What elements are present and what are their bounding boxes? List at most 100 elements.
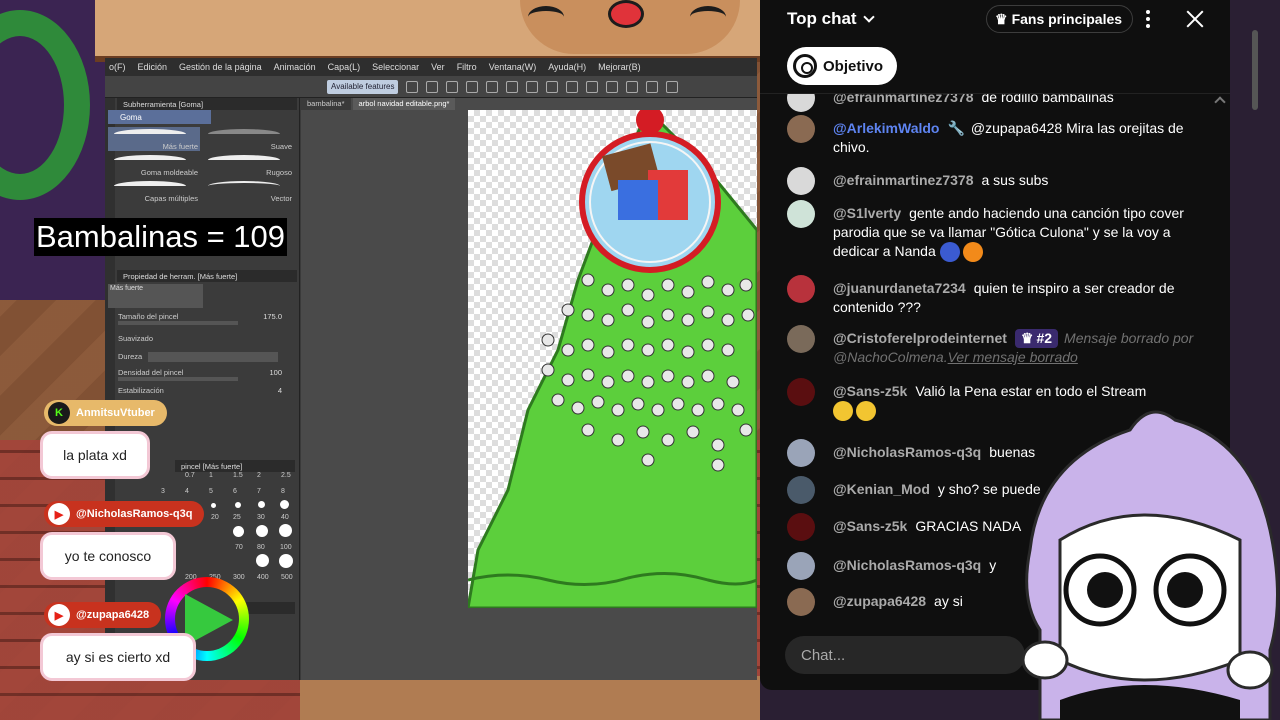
- available-features-button[interactable]: Available features: [327, 79, 399, 94]
- prop-slider[interactable]: [148, 352, 278, 362]
- prop-hardness[interactable]: Dureza: [118, 352, 298, 368]
- settings-icon[interactable]: [446, 80, 459, 93]
- brush-label: Goma moldeable: [140, 168, 198, 177]
- command-bar: Available features: [105, 76, 757, 98]
- brush-item-vector[interactable]: Vector: [202, 179, 294, 203]
- eraser-tool-tab[interactable]: Goma: [108, 110, 211, 124]
- tab-bambalina[interactable]: bambalina*: [301, 98, 351, 110]
- chat-author[interactable]: @S1lverty: [833, 205, 901, 221]
- brush-item-soft[interactable]: Suave: [202, 127, 294, 151]
- chat-author[interactable]: @Kenian_Mod: [833, 481, 930, 497]
- chat-author[interactable]: @NicholasRamos-q3q: [833, 557, 981, 573]
- brush-item-rough[interactable]: Rugoso: [202, 153, 294, 177]
- chat-author[interactable]: @efrainmartinez7378: [833, 172, 974, 188]
- menu-animation[interactable]: Animación: [274, 62, 316, 72]
- menu-edit[interactable]: Edición: [138, 62, 168, 72]
- crown-icon: ♛: [1020, 330, 1034, 346]
- menu-icon[interactable]: [406, 80, 419, 93]
- bubble-message: yo te conosco: [40, 532, 176, 580]
- size-dot[interactable]: [279, 524, 292, 537]
- menu-file[interactable]: o(F): [109, 62, 126, 72]
- chat-author[interactable]: @Sans-z5k: [833, 383, 907, 399]
- avatar[interactable]: [787, 588, 815, 616]
- crop-icon[interactable]: [646, 80, 659, 93]
- brush-item-kneaded[interactable]: Goma moldeable: [108, 153, 200, 177]
- avatar[interactable]: [787, 439, 815, 467]
- new-file-icon[interactable]: [466, 80, 479, 93]
- avatar[interactable]: [787, 275, 815, 303]
- prop-value[interactable]: 175.0: [263, 312, 282, 321]
- save-icon[interactable]: [506, 80, 519, 93]
- menu-select[interactable]: Seleccionar: [372, 62, 419, 72]
- menu-layer[interactable]: Capa(L): [328, 62, 361, 72]
- chat-text: ay si: [934, 593, 963, 609]
- menu-improve[interactable]: Mejorar(B): [598, 62, 641, 72]
- size-dot[interactable]: [235, 502, 241, 508]
- bambalinas-counter: Bambalinas = 109: [34, 218, 288, 256]
- avatar[interactable]: [787, 200, 815, 228]
- size-label: 400: [257, 574, 269, 581]
- avatar[interactable]: [787, 325, 815, 353]
- brush-item-multi-layer[interactable]: Capas múltiples: [108, 179, 200, 203]
- prop-slider[interactable]: [118, 377, 238, 381]
- menu-window[interactable]: Ventana(W): [489, 62, 537, 72]
- chat-author[interactable]: @Sans-z5k: [833, 518, 907, 534]
- open-file-icon[interactable]: [486, 80, 499, 93]
- chat-text: a sus subs: [981, 172, 1049, 188]
- avatar[interactable]: [787, 115, 815, 143]
- goal-button[interactable]: Objetivo: [787, 47, 898, 85]
- avatar[interactable]: [787, 552, 815, 580]
- avatar[interactable]: [787, 94, 815, 112]
- brush-label: Más fuerte: [162, 142, 198, 151]
- prop-brush-size[interactable]: Tamaño del pincel 175.0: [118, 312, 298, 328]
- chat-author[interactable]: @NicholasRamos-q3q: [833, 444, 981, 460]
- menu-page[interactable]: Gestión de la página: [179, 62, 262, 72]
- loading-icon[interactable]: [586, 80, 599, 93]
- menu-help[interactable]: Ayuda(H): [548, 62, 586, 72]
- prop-density[interactable]: Densidad del pincel 100: [118, 368, 298, 384]
- avatar[interactable]: [787, 476, 815, 504]
- avatar[interactable]: [787, 167, 815, 195]
- view-deleted-link[interactable]: Ver mensaje borrado: [948, 349, 1078, 365]
- avatar[interactable]: [787, 378, 815, 406]
- menu-filter[interactable]: Filtro: [457, 62, 477, 72]
- close-icon[interactable]: [1184, 8, 1206, 30]
- chevron-down-icon: [862, 11, 875, 23]
- drawing-canvas[interactable]: [466, 106, 757, 610]
- tab-arbol-navidad[interactable]: arbol navidad editable.png*: [352, 98, 456, 110]
- size-dot[interactable]: [280, 500, 289, 509]
- chat-author[interactable]: @Cristoferelprodeinternet: [833, 330, 1007, 346]
- redo-icon[interactable]: [566, 80, 579, 93]
- export-icon[interactable]: [526, 80, 539, 93]
- chat-author[interactable]: @juanurdaneta7234: [833, 280, 966, 296]
- prop-slider[interactable]: [118, 321, 238, 325]
- transform-icon[interactable]: [606, 80, 619, 93]
- menu-view[interactable]: Ver: [431, 62, 445, 72]
- lock-icon[interactable]: [666, 80, 679, 93]
- size-dot[interactable]: [258, 501, 265, 508]
- more-options-icon[interactable]: [1146, 10, 1150, 28]
- prop-smoothing[interactable]: Suavizado: [118, 334, 298, 350]
- prop-value[interactable]: 100: [269, 368, 282, 377]
- prop-value[interactable]: 4: [278, 386, 282, 395]
- size-dot[interactable]: [256, 554, 269, 567]
- chat-scrollbar[interactable]: [1252, 30, 1258, 110]
- size-dot[interactable]: [256, 525, 268, 537]
- deselect-icon[interactable]: [626, 80, 639, 93]
- brush-label: Suave: [270, 142, 292, 151]
- fire-emoji: [962, 242, 983, 263]
- size-dot[interactable]: [279, 554, 293, 568]
- chat-mode-dropdown[interactable]: Top chat: [787, 9, 875, 29]
- avatar[interactable]: [787, 513, 815, 541]
- top-fans-button[interactable]: ♛ Fans principales: [986, 5, 1134, 33]
- chat-author[interactable]: @zupapa6428: [833, 593, 926, 609]
- size-dot[interactable]: [233, 526, 244, 537]
- brush-list: Más fuerte Suave Goma moldeable Rugoso C…: [108, 127, 298, 207]
- undo-icon[interactable]: [546, 80, 559, 93]
- chat-input[interactable]: Chat...: [785, 636, 1025, 674]
- chat-author[interactable]: @efrainmartinez7378: [833, 94, 974, 105]
- size-dot[interactable]: [211, 503, 216, 508]
- chat-author[interactable]: @ArlekimWaldo: [833, 120, 939, 136]
- edit-icon[interactable]: [426, 80, 439, 93]
- brush-item-hard[interactable]: Más fuerte: [108, 127, 200, 151]
